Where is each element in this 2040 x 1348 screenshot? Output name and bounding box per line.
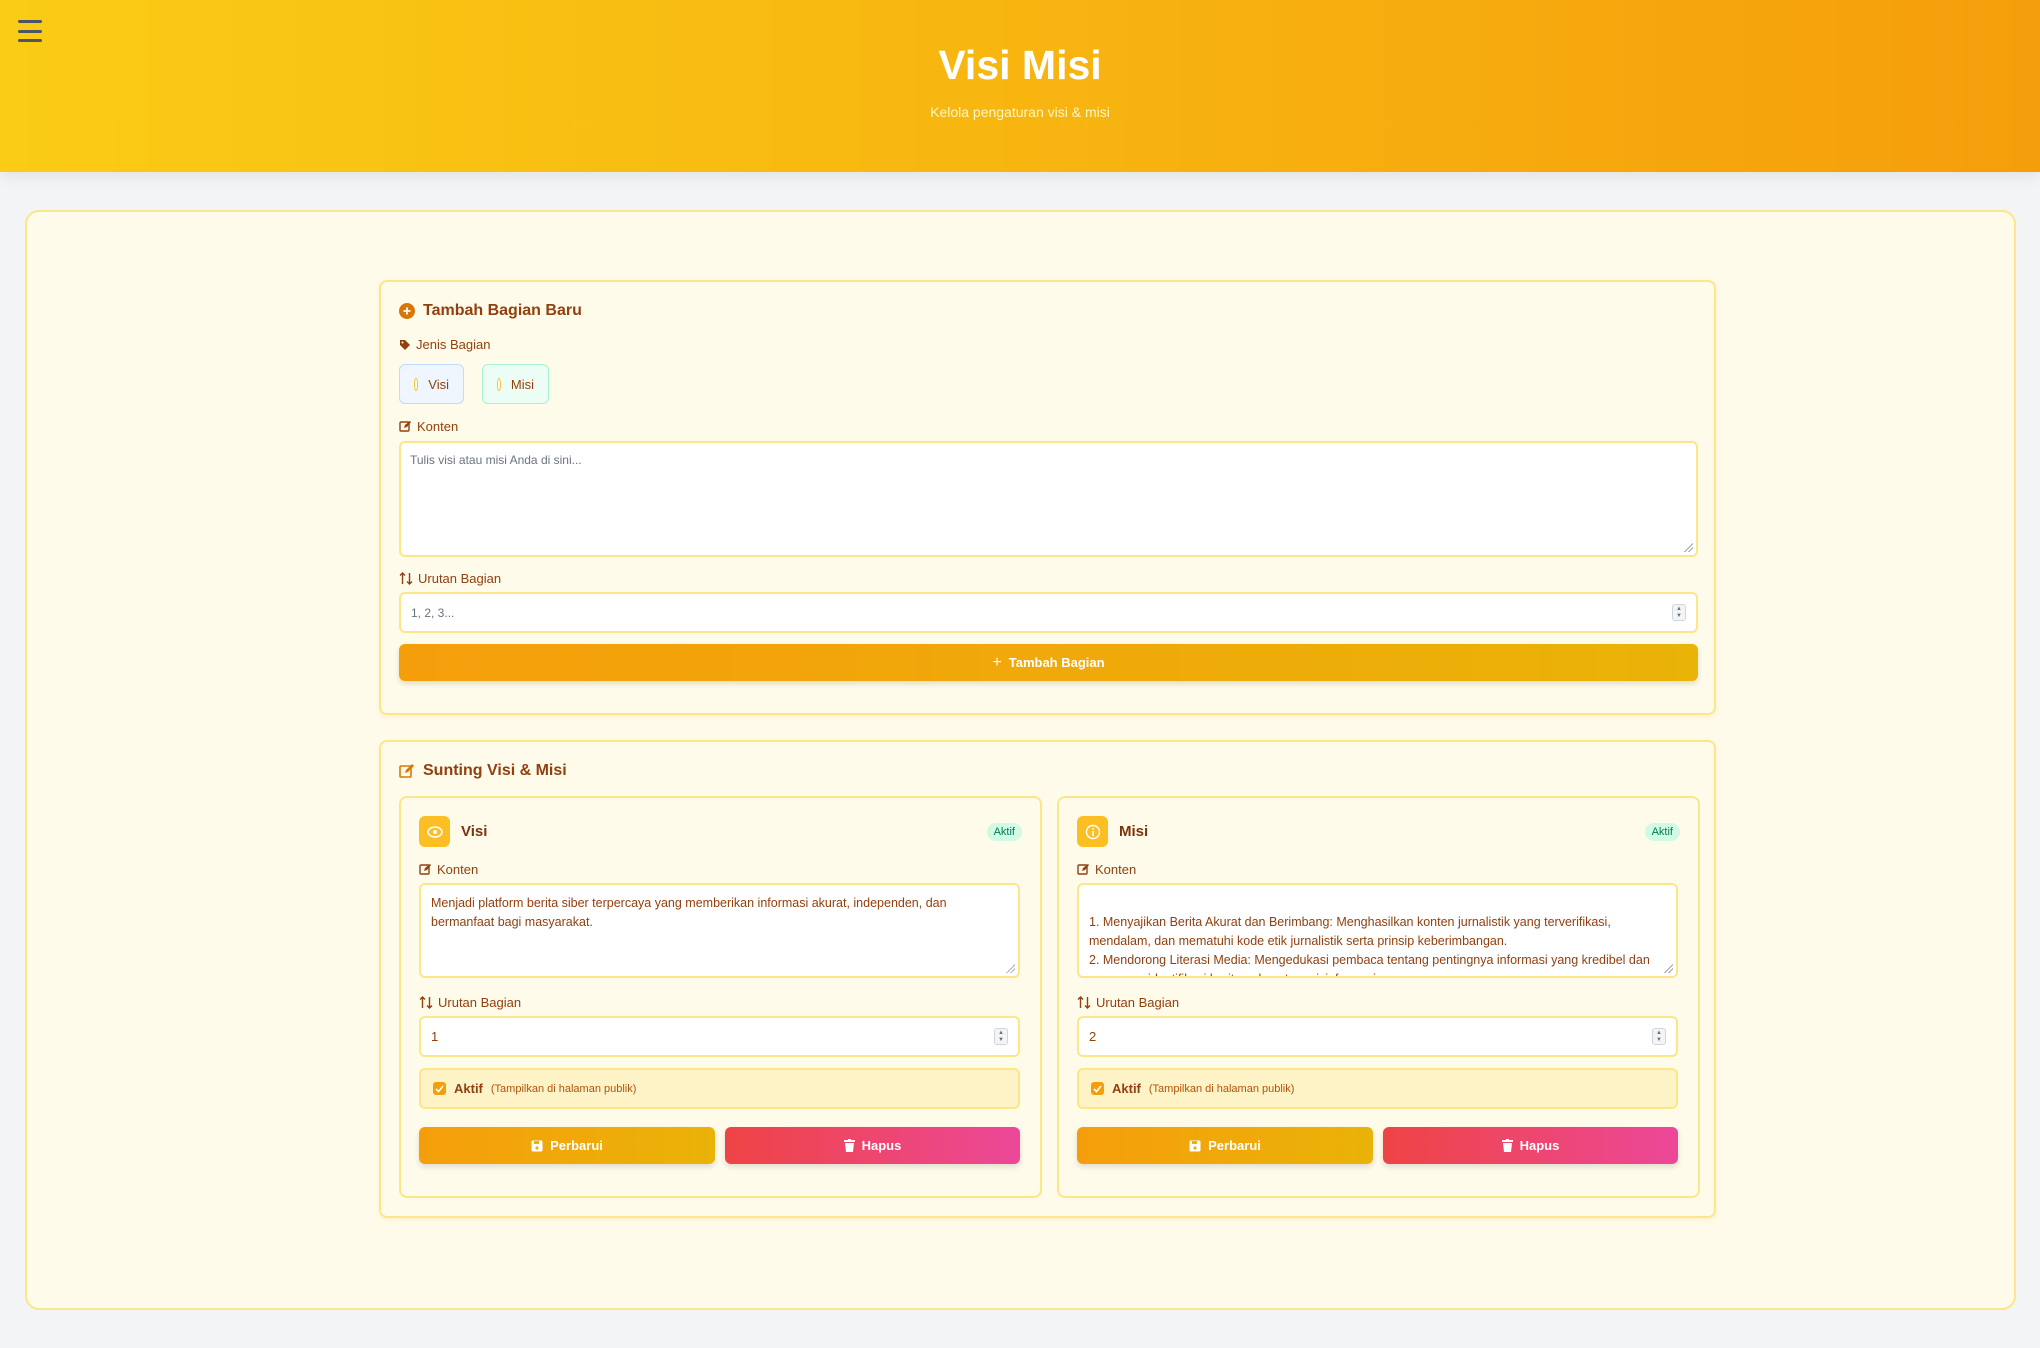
plus-circle-icon: [399, 303, 415, 319]
main-card: Tambah Bagian Baru Jenis Bagian Visi Mis…: [25, 210, 2016, 1310]
active-checkbox[interactable]: [433, 1082, 446, 1095]
add-section-title-text: Tambah Bagian Baru: [423, 302, 582, 319]
add-section-title: Tambah Bagian Baru: [399, 302, 582, 320]
resize-handle[interactable]: [1005, 963, 1015, 973]
order-label: Urutan Bagian: [399, 571, 501, 586]
radio-circle[interactable]: [497, 377, 501, 391]
update-button[interactable]: Perbarui: [1077, 1127, 1373, 1164]
order-label: Urutan Bagian: [1077, 995, 1179, 1010]
content-label: Konten: [419, 862, 478, 877]
status-badge: Aktif: [1644, 823, 1680, 841]
info-icon: [1077, 816, 1108, 847]
content-textarea[interactable]: Menjadi platform berita siber terpercaya…: [419, 883, 1020, 978]
delete-button[interactable]: Hapus: [1383, 1127, 1678, 1164]
active-note: (Tampilkan di halaman publik): [490, 1082, 637, 1095]
page-title: Visi Misi: [938, 42, 1102, 88]
active-label: Aktif: [1112, 1081, 1141, 1096]
spinner-icon[interactable]: ▲ ▼: [1672, 604, 1686, 621]
order-input[interactable]: 1 ▲ ▼: [419, 1016, 1020, 1057]
edit-section-title-text: Sunting Visi & Misi: [423, 762, 567, 779]
visi-card: Visi Aktif Konten Menjadi platform berit…: [399, 796, 1042, 1198]
edit-section-panel: Sunting Visi & Misi Visi Aktif Konten Me…: [379, 740, 1716, 1218]
active-label: Aktif: [454, 1081, 483, 1096]
page-header: Visi Misi Kelola pengaturan visi & misi: [0, 0, 2040, 172]
resize-handle[interactable]: [1683, 542, 1693, 552]
sort-icon: [419, 996, 433, 1009]
radio-circle[interactable]: [414, 377, 419, 391]
edit-icon: [419, 864, 431, 875]
trash-icon: [843, 1139, 855, 1152]
edit-icon: [399, 764, 414, 778]
active-checkbox-row: Aktif (Tampilkan di halaman publik): [419, 1068, 1020, 1109]
plus-icon: +: [992, 653, 1002, 671]
card-title: Visi: [461, 823, 488, 840]
update-button[interactable]: Perbarui: [419, 1127, 715, 1164]
trash-icon: [1501, 1139, 1513, 1152]
type-label: Jenis Bagian: [399, 337, 490, 352]
order-label: Urutan Bagian: [419, 995, 521, 1010]
misi-card: Misi Aktif Konten 1. Menyajikan Berita A…: [1057, 796, 1700, 1198]
content-label: Konten: [1077, 862, 1136, 877]
add-section-panel: Tambah Bagian Baru Jenis Bagian Visi Mis…: [379, 280, 1716, 715]
active-checkbox-row: Aktif (Tampilkan di halaman publik): [1077, 1068, 1678, 1109]
content-label: Konten: [399, 419, 458, 434]
spinner-icon[interactable]: ▲ ▼: [994, 1028, 1008, 1045]
save-icon: [1189, 1140, 1201, 1151]
hamburger-icon[interactable]: [18, 20, 42, 42]
add-section-button[interactable]: + Tambah Bagian: [399, 644, 1698, 681]
sort-icon: [399, 572, 413, 585]
save-icon: [531, 1140, 543, 1151]
card-title: Misi: [1119, 823, 1149, 840]
edit-icon: [1077, 864, 1089, 875]
resize-handle[interactable]: [1663, 963, 1673, 973]
status-badge: Aktif: [986, 823, 1022, 841]
delete-button[interactable]: Hapus: [725, 1127, 1020, 1164]
radio-visi[interactable]: Visi: [399, 364, 464, 404]
active-checkbox[interactable]: [1091, 1082, 1104, 1095]
active-note: (Tampilkan di halaman publik): [1148, 1082, 1295, 1095]
content-textarea[interactable]: 1. Menyajikan Berita Akurat dan Berimban…: [1077, 883, 1678, 978]
order-input[interactable]: 2 ▲ ▼: [1077, 1016, 1678, 1057]
page-subtitle: Kelola pengaturan visi & misi: [930, 104, 1110, 120]
eye-icon: [419, 816, 450, 847]
radio-misi[interactable]: Misi: [482, 364, 549, 404]
order-input[interactable]: 1, 2, 3... ▲ ▼: [399, 592, 1698, 633]
content-textarea[interactable]: Tulis visi atau misi Anda di sini...: [399, 441, 1698, 557]
spinner-icon[interactable]: ▲ ▼: [1652, 1028, 1666, 1045]
edit-icon: [399, 421, 411, 432]
tag-icon: [400, 339, 410, 350]
edit-section-title: Sunting Visi & Misi: [399, 762, 567, 780]
sort-icon: [1077, 996, 1091, 1009]
